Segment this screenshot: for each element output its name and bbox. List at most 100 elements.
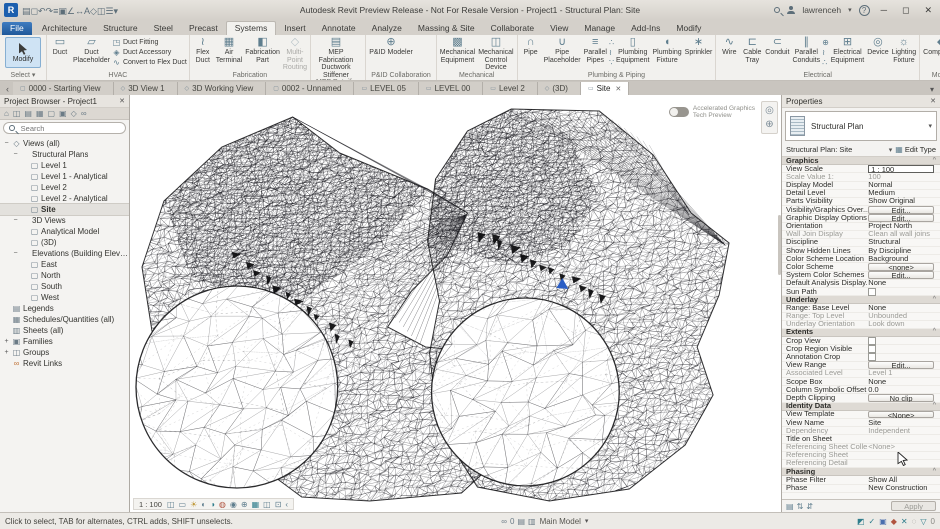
ribbon-button[interactable]: ◫ Mechanical Control Device [477,36,514,72]
tree-item[interactable]: ▢ West [0,292,129,303]
navigation-icon[interactable]: ◎ [765,105,774,116]
qat-icon[interactable]: ▾ [113,6,118,16]
maximize-button[interactable]: ◻ [898,5,913,16]
tree-expander[interactable]: − [3,140,10,147]
ribbon-tab[interactable]: Insert [276,22,313,35]
ribbon-button[interactable]: ▩ Mechanical Equipment [439,36,476,64]
view-control-icon[interactable]: ◉ [230,500,237,509]
ribbon-button[interactable]: ∥ Parallel Conduits [791,36,821,64]
select-panel-label[interactable]: Select ▾ [2,71,44,80]
ribbon-tab[interactable]: Modify [668,22,709,35]
instance-chevron-icon[interactable]: ▾ [889,146,893,154]
properties-sort-icon[interactable]: ⇅ [797,502,804,511]
ribbon-tab[interactable]: Precast [181,22,226,35]
ribbon-item[interactable]: ⊂ Conduit [764,36,790,57]
property-value[interactable]: Medium [868,189,940,197]
workset-control[interactable]: ∞0▤▥ Main Model ▾ [501,517,588,526]
ribbon-tab[interactable]: Manage [576,22,623,35]
tree-item[interactable]: ▢ Level 2 - Analytical [0,193,129,204]
ribbon-item[interactable]: ≡ Parallel Pipes [583,36,608,64]
ribbon-button[interactable]: ▯ Plumbing Equipment [615,36,650,64]
ribbon-item[interactable]: ▩ Mechanical Equipment [439,36,476,64]
browser-toolbar-icon[interactable]: ◇ [71,109,77,118]
tree-item[interactable]: + ▣ Families [0,336,129,347]
qat-icon[interactable]: ▤ [22,6,31,16]
property-value[interactable]: Edit... [868,271,940,279]
ribbon-item[interactable]: ⊕≀∴ [822,36,829,67]
ribbon-item[interactable]: ∥ Parallel Conduits [791,36,821,64]
ribbon-button[interactable]: ▦ Air Terminal [215,36,243,64]
property-value[interactable]: By Discipline [868,247,940,255]
view-tab[interactable]: ▢ 0000 - Starting View [13,82,114,95]
tree-item[interactable]: ▢ (3D) [0,237,129,248]
tree-expander[interactable]: + [3,338,10,345]
ribbon-button[interactable]: ◎ Device [866,36,889,57]
ribbon-panel-label[interactable]: Mechanical [439,72,515,80]
tree-expander[interactable]: − [12,250,19,257]
property-value[interactable]: Independent [868,427,940,435]
signed-in-user[interactable]: lawrenceh [802,5,841,15]
selection-filter-icon[interactable]: ▣ [879,517,887,526]
accelerated-graphics-toggle[interactable]: Accelerated Graphics Tech Preview [669,105,755,120]
ribbon-item[interactable]: ▯ Plumbing Equipment [615,36,650,64]
tree-expander[interactable]: − [12,217,19,224]
view-control-icon[interactable]: ◫ [167,500,175,509]
property-row[interactable]: Phase New Construction [782,485,940,493]
tree-item[interactable]: ▢ North [0,270,129,281]
ribbon-item[interactable]: ▭ Duct [49,36,71,57]
user-menu-chevron-icon[interactable]: ▾ [848,6,852,14]
tab-scroll-left-icon[interactable]: ‹ [2,84,13,95]
ribbon-item[interactable]: ◧ Fabrication Part [244,36,281,64]
property-value[interactable]: Clean all wall joins [868,230,940,238]
tree-item[interactable]: ▢ Site [0,204,129,215]
view-tab[interactable]: ▭ LEVEL 00 [419,82,483,95]
ribbon-button[interactable]: ∿ Wire [718,36,740,57]
toggle-switch-icon[interactable] [669,107,689,117]
ribbon-button[interactable]: ≀ Flex Duct [192,36,214,64]
ribbon-tab[interactable]: Structure [95,22,146,35]
view-scale-label[interactable]: 1 : 100 [139,500,162,509]
property-value[interactable]: <None> [868,443,940,451]
ribbon-tiny-icon[interactable]: ∵ [609,58,614,67]
qat-icon[interactable]: ↷ [46,6,54,16]
view-tab[interactable]: ▭ Site ✕ [581,82,629,95]
ribbon-tiny-icon[interactable]: ≀ [609,48,614,57]
qat-icon[interactable]: ↔ [75,6,84,16]
property-value[interactable] [868,345,940,353]
tree-item[interactable]: ▢ Level 1 [0,160,129,171]
ribbon-tab[interactable]: File [2,22,32,35]
ribbon-panel-label[interactable]: Plumbing & Piping [520,72,714,80]
ribbon-panel-label[interactable]: Model [922,72,940,80]
qat-icon[interactable]: ▣ [58,6,67,16]
ribbon-tab[interactable]: Systems [226,21,277,35]
ribbon-item[interactable]: ◇ Multi-Point Routing [282,36,308,72]
help-icon[interactable]: ? [859,5,870,16]
browser-toolbar-icon[interactable]: ⌂ [4,109,9,118]
tree-item[interactable]: − ◇ Views (all) [0,138,129,149]
tree-item[interactable]: + ◫ Groups [0,347,129,358]
ribbon-tab[interactable]: Analyze [364,22,410,35]
tree-item[interactable]: ▤ Legends [0,303,129,314]
selection-filter-icon[interactable]: ▽ [920,517,926,526]
tree-item[interactable]: − Structural Plans [0,149,129,160]
ribbon-small-button[interactable]: ∿ Convert to Flex Duct [112,58,187,67]
browser-search-box[interactable] [3,122,126,134]
drawing-area[interactable]: Accelerated Graphics Tech Preview ◎⊕ 1 :… [130,95,782,512]
property-value[interactable]: Show Original [868,197,940,205]
ribbon-item[interactable]: ⊕ P&ID Modeler [368,36,414,57]
ribbon-tab[interactable]: Massing & Site [410,22,483,35]
property-value[interactable]: Edit... [868,206,940,214]
qat-icon[interactable]: ↶ [38,6,46,16]
drawing-canvas[interactable] [130,95,781,512]
property-value[interactable] [868,337,940,345]
search-input[interactable] [19,123,120,134]
tree-item[interactable]: ▢ Analytical Model [0,226,129,237]
ribbon-button[interactable]: ∩ Pipe [520,36,542,57]
workset-icon[interactable]: 0 [510,517,514,526]
selection-filter-icon[interactable]: ✕ [901,517,908,526]
workset-icon[interactable]: ▥ [528,517,536,526]
property-value[interactable]: None [868,279,940,287]
tree-item[interactable]: ▢ East [0,259,129,270]
ribbon-tab[interactable]: Architecture [34,22,95,35]
ribbon-item[interactable]: ▤ MEP Fabrication Ductwork Stiffener [313,36,359,79]
